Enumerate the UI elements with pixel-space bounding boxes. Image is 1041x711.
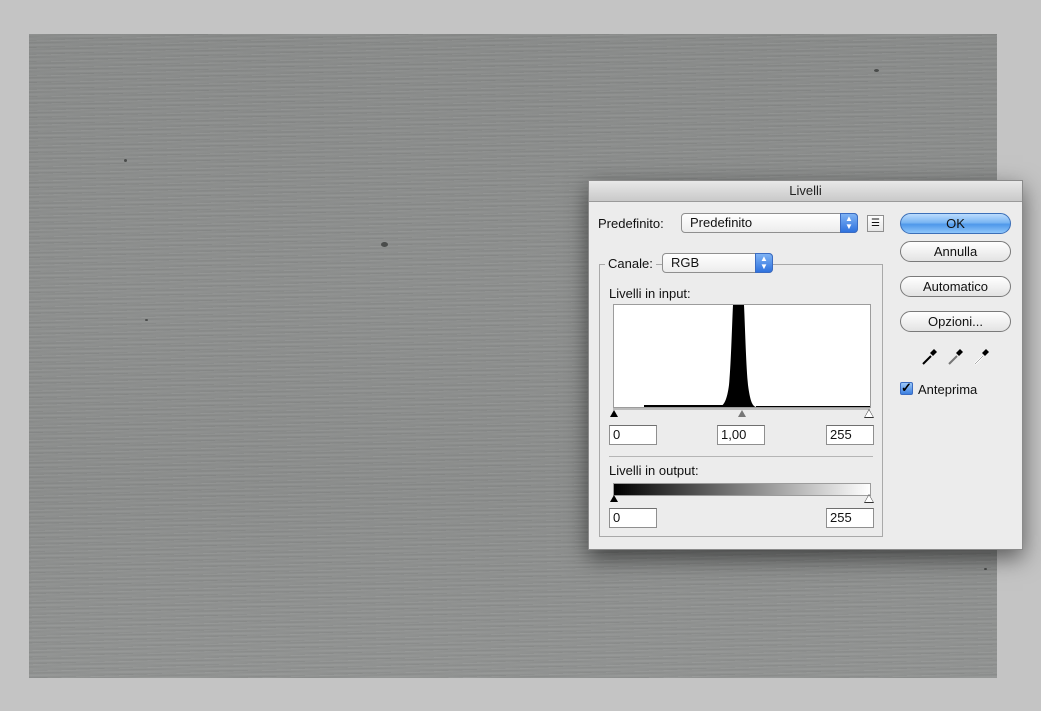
channel-label: Canale: — [605, 256, 656, 271]
auto-button[interactable]: Automatico — [900, 276, 1011, 297]
histogram-graph — [644, 305, 870, 407]
output-black-field[interactable]: 0 — [609, 508, 657, 528]
select-arrows-icon: ▲ ▼ — [840, 213, 858, 233]
input-black-slider[interactable] — [610, 410, 618, 417]
canvas-speck — [145, 319, 148, 321]
canvas-speck — [984, 568, 987, 570]
preset-options-menu-icon[interactable]: ☰ — [867, 215, 884, 232]
canvas-speck — [874, 69, 879, 72]
input-gamma-field[interactable]: 1,00 — [717, 425, 765, 445]
preset-label: Predefinito: — [598, 216, 664, 231]
channel-value: RGB — [671, 255, 700, 270]
black-point-eyedropper-icon[interactable] — [920, 348, 940, 366]
section-divider — [609, 456, 873, 457]
preview-label: Anteprima — [918, 382, 978, 397]
channel-select[interactable]: RGB ▲ ▼ — [662, 253, 773, 273]
histogram-baseline — [644, 405, 724, 407]
input-gamma-slider[interactable] — [738, 410, 746, 417]
input-white-field[interactable]: 255 — [826, 425, 874, 445]
histogram-tail — [756, 406, 870, 407]
output-white-field[interactable]: 255 — [826, 508, 874, 528]
options-button[interactable]: Opzioni... — [900, 311, 1011, 332]
select-arrows-icon: ▲ ▼ — [755, 253, 773, 273]
input-levels-label: Livelli in input: — [609, 286, 691, 301]
output-white-slider[interactable] — [864, 494, 874, 503]
preview-checkbox[interactable]: ✓ — [900, 381, 913, 395]
histogram-peak — [719, 305, 756, 407]
levels-dialog: Livelli Predefinito: Predefinito ▲ ▼ ☰ Ca… — [588, 180, 1023, 550]
output-gradient-bar — [613, 483, 871, 496]
output-black-slider[interactable] — [610, 495, 618, 502]
output-levels-label: Livelli in output: — [609, 463, 699, 478]
input-black-field[interactable]: 0 — [609, 425, 657, 445]
histogram — [613, 304, 871, 408]
gray-point-eyedropper-icon[interactable] — [946, 348, 966, 366]
input-white-slider[interactable] — [864, 409, 874, 418]
dialog-title[interactable]: Livelli — [589, 181, 1022, 202]
ok-button[interactable]: OK — [900, 213, 1011, 234]
preset-value: Predefinito — [690, 215, 753, 230]
white-point-eyedropper-icon[interactable] — [972, 348, 992, 366]
cancel-button[interactable]: Annulla — [900, 241, 1011, 262]
canvas-speck — [381, 242, 388, 247]
preset-select[interactable]: Predefinito ▲ ▼ — [681, 213, 858, 233]
canvas-speck — [124, 159, 127, 162]
